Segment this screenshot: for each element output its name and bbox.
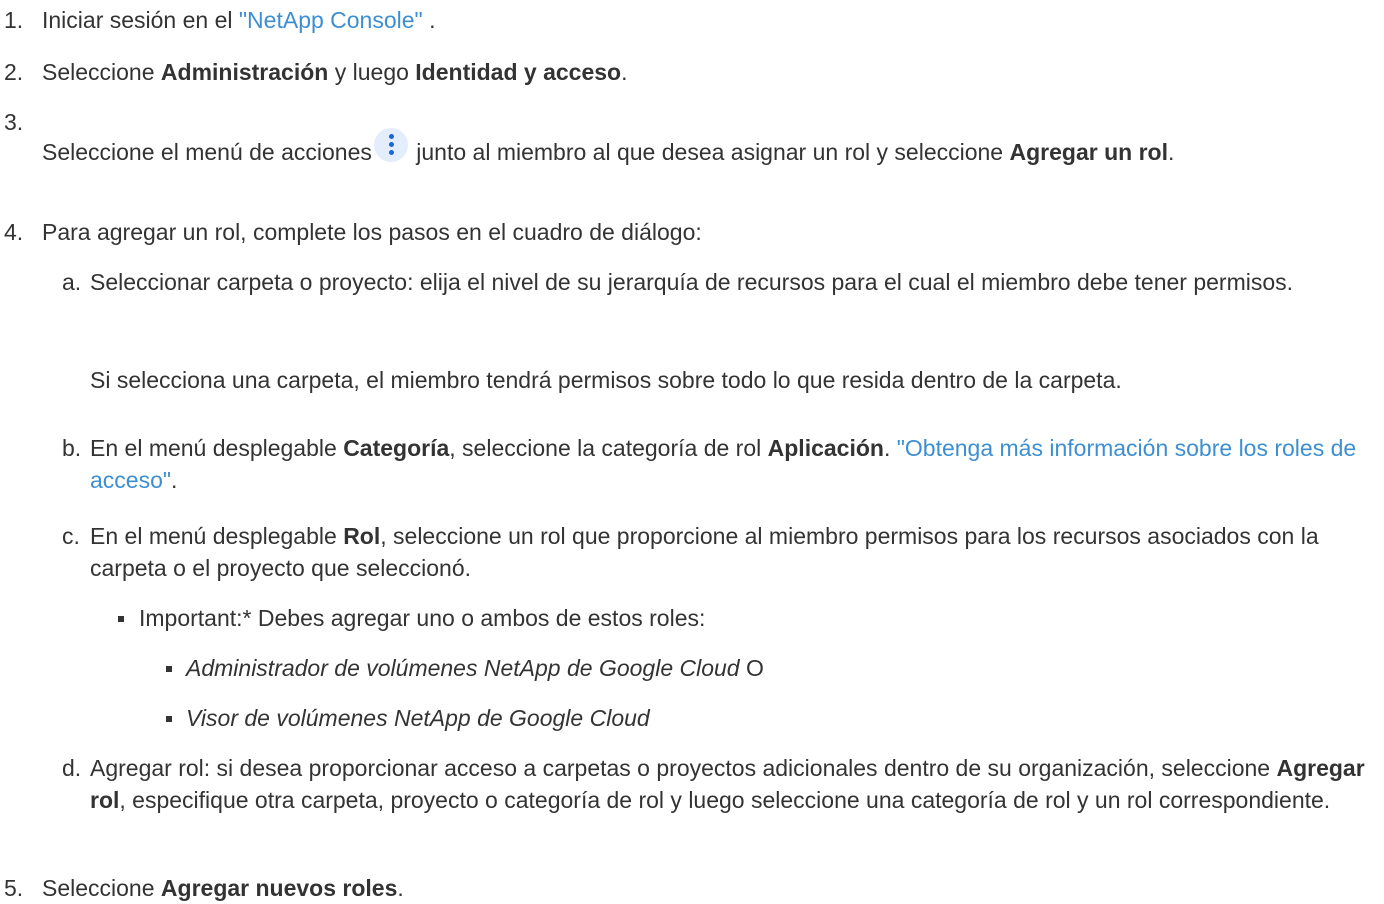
role-text: Administrador de volúmenes NetApp de Goo… xyxy=(186,655,764,681)
substep-text: En el menú desplegable Categoría, selecc… xyxy=(90,435,1357,493)
substep-text: Agregar rol: si desea proporcionar acces… xyxy=(90,755,1365,813)
netapp-console-link[interactable]: "NetApp Console" xyxy=(239,7,423,33)
substep-text: En el menú desplegable Rol, seleccione u… xyxy=(90,523,1319,581)
step-number: 3. xyxy=(4,109,24,135)
important-text: Important:* Debes agregar uno o ambos de… xyxy=(139,605,706,631)
substep-letter: a. xyxy=(62,269,82,295)
note-text: Si selecciona una carpeta, el miembro te… xyxy=(90,367,1122,393)
substep-letter: b. xyxy=(62,435,82,461)
bullet-icon xyxy=(166,666,172,672)
step-text: Iniciar sesión en el "NetApp Console" . xyxy=(42,7,436,33)
substep-letter: c. xyxy=(62,523,80,549)
step-text: Para agregar un rol, complete los pasos … xyxy=(42,219,702,245)
step-text: Seleccione Administración y luego Identi… xyxy=(42,59,628,85)
step-number: 2. xyxy=(4,59,24,85)
role-text: Visor de volúmenes NetApp de Google Clou… xyxy=(186,705,650,731)
step-number: 1. xyxy=(4,7,24,33)
step-text: Seleccione el menú de acciones junto al … xyxy=(42,128,1378,169)
step-text: Seleccione Agregar nuevos roles. xyxy=(42,875,404,901)
step-number: 5. xyxy=(4,875,24,901)
substep-text: Seleccionar carpeta o proyecto: elija el… xyxy=(90,269,1294,295)
substep-letter: d. xyxy=(62,755,82,781)
kebab-vertical-icon xyxy=(373,128,408,162)
bullet-icon xyxy=(166,716,172,722)
step-number: 4. xyxy=(4,219,24,245)
bullet-icon xyxy=(118,616,124,622)
